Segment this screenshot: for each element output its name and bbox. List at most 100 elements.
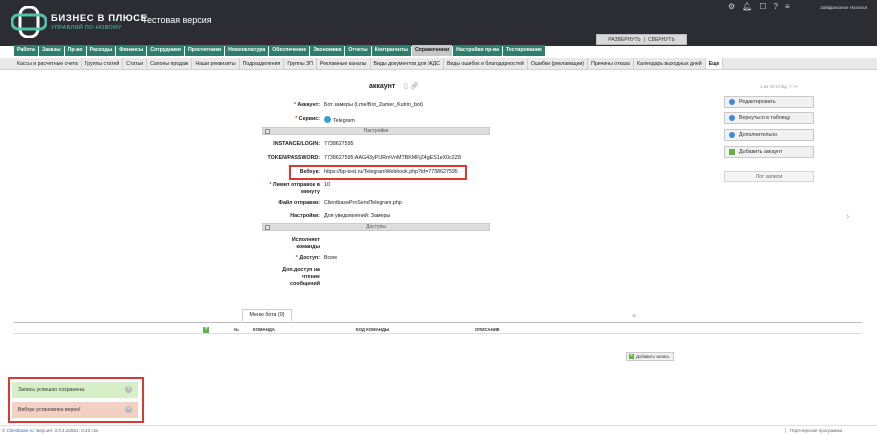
collapse-button[interactable]: СВЕРНУТЬ: [648, 37, 675, 43]
back-to-table-button[interactable]: Вернуться в таблицу: [724, 112, 814, 124]
record-log-button[interactable]: Лог записи: [724, 171, 814, 182]
tab-orders[interactable]: Заказы: [38, 45, 64, 56]
field-token: TOKEN/PASSWORD: 7738627595:AAG43yPIJRmVn…: [220, 155, 490, 164]
field-access: * Доступ: Всем: [220, 255, 490, 264]
subtab-sales-salons[interactable]: Сапоны продаж: [147, 58, 193, 69]
field-send-limit: * Лимит отправок в минуту 10: [220, 182, 490, 198]
add-account-button[interactable]: Добавить аккаунт: [724, 146, 814, 158]
menu-icon[interactable]: ≡: [632, 313, 636, 320]
field-value[interactable]: Всем: [324, 255, 337, 261]
subtab-more[interactable]: Еще: [705, 58, 724, 69]
webhook-highlight-frame: [289, 165, 467, 180]
field-label: * Доступ:: [295, 255, 320, 261]
column-command[interactable]: КОМАНДА: [253, 327, 275, 332]
close-icon[interactable]: ×: [125, 386, 132, 393]
tab-reports[interactable]: Отчеты: [345, 45, 371, 56]
subtab-ad-channels[interactable]: Рекламные каналы: [317, 58, 371, 69]
edit-button[interactable]: Редактировать: [724, 96, 814, 108]
add-row-icon[interactable]: +: [203, 326, 209, 333]
subtab-error-types[interactable]: Виды ошибок и благодарностей: [444, 58, 528, 69]
section-title: Настройки: [363, 128, 389, 134]
field-send-file: Файл отправки: ClientbaseProSendTelegram…: [220, 200, 490, 209]
field-value[interactable]: Для уведомлений: Замеры: [324, 213, 390, 219]
partner-link[interactable]: Партнерская программа: [785, 428, 842, 433]
expand-button[interactable]: РАЗВЕРНУТЬ: [608, 37, 640, 43]
tab-economics[interactable]: Экономика: [310, 45, 345, 56]
subtab-refusal-reasons[interactable]: Причины отказа: [588, 58, 634, 69]
tab-finance[interactable]: Финансы: [116, 45, 147, 56]
subtab-document-types[interactable]: Виды документов для ЖДС: [371, 58, 444, 69]
field-extra-access: Доп.доступ на чтение сообщений: [220, 267, 490, 291]
field-value[interactable]: 10: [324, 182, 330, 188]
help-icon[interactable]: ?: [774, 3, 778, 11]
subtab-our-details[interactable]: Наши реквизиты: [192, 58, 240, 69]
tab-counterparties[interactable]: Контрагенты: [371, 45, 411, 56]
site-link[interactable]: Clientbase.ru: [7, 428, 34, 433]
add-command-button[interactable]: + Добавить запись: [626, 352, 674, 361]
copy-icon[interactable]: ▯: [404, 83, 408, 90]
tab-production-settings[interactable]: Настройки пр-ва: [453, 45, 503, 56]
tab-estimates[interactable]: Просчетники: [184, 45, 225, 56]
field-label: * Лимит отправок в минуту: [269, 182, 320, 195]
link-icon[interactable]: 🔗︎: [410, 83, 419, 90]
next-record-icon[interactable]: ›: [846, 211, 849, 222]
tab-references[interactable]: Справочники: [411, 45, 453, 56]
field-value[interactable]: 7738627595:AAG43yPIJRmVnMTBKMFjZ4gES1eX0…: [324, 155, 461, 161]
tab-testing[interactable]: Тестирование: [503, 45, 545, 56]
column-number[interactable]: №: [234, 327, 239, 332]
tab-employees[interactable]: Сотрудники: [147, 45, 184, 56]
collapse-icon[interactable]: −: [265, 129, 270, 134]
bell-icon[interactable]: 🔔︎: [742, 3, 752, 11]
field-settings: Настройки: Для уведомлений: Замеры: [220, 213, 490, 222]
subtab-holiday-calendar[interactable]: Календарь выходных дней: [634, 58, 706, 69]
subtab-article-groups[interactable]: Группы статей: [82, 58, 124, 69]
gear-icon[interactable]: ⚙: [728, 3, 735, 11]
field-value[interactable]: Telegram: [324, 116, 355, 124]
version-label: Тестовая версия: [142, 15, 212, 25]
subtab-articles[interactable]: Статьи: [123, 58, 148, 69]
subtab-cash-accounts[interactable]: Кассы и расчетные счета: [14, 58, 82, 69]
header-icon-bar: ⚙ 🔔︎ ☐ ? ≡: [728, 3, 790, 11]
tab-work[interactable]: Работа: [14, 45, 38, 56]
field-label: Доп.доступ на чтение сообщений: [282, 267, 320, 287]
tab-expenses[interactable]: Расходы: [86, 45, 116, 56]
field-label: Файл отправки:: [278, 200, 320, 206]
close-icon[interactable]: ×: [125, 406, 132, 413]
bot-menu-table-header: + № КОМАНДА КОД КОМАНДЫ ОПИСАНИЕ: [14, 325, 862, 334]
field-label: * Аккаунт:: [293, 102, 320, 108]
success-notification: Запись успешно сохранена. ×: [12, 382, 138, 398]
tab-bot-menu[interactable]: Меню бота (0): [242, 309, 292, 321]
subtab-departments[interactable]: Подразделения: [240, 58, 285, 69]
list-icon[interactable]: ≡: [785, 3, 790, 11]
footer-left: © Clientbase.ru Версия: 3.0.4.22561: 0.4…: [2, 428, 99, 433]
telegram-icon: [324, 116, 331, 123]
bookmark-icon[interactable]: ☐: [759, 3, 766, 11]
section-settings[interactable]: − Настройки: [262, 127, 490, 135]
field-value[interactable]: 7738627595: [324, 141, 353, 147]
version-info: Версия: 3.0.4.22561: 0.42 сек: [36, 428, 99, 433]
user-name[interactable]: Зайфриозное Наталья: [820, 5, 867, 10]
edit-icon: [729, 99, 735, 105]
record-pager[interactable]: 1 из 10 След. > >>: [760, 84, 798, 89]
field-instance: INSTANCE/LOGIN: 7738627595: [220, 141, 490, 150]
field-label: * Сервис:: [295, 116, 320, 122]
tab-supply[interactable]: Обеспечение: [269, 45, 310, 56]
brand-logo-icon[interactable]: [11, 6, 47, 38]
column-command-code[interactable]: КОД КОМАНДЫ: [356, 327, 389, 332]
field-value[interactable]: Бот замеры (t.me/Bot_Zamer_Kutrin_bot): [324, 102, 423, 108]
record-title-icons: ▯ 🔗︎: [404, 82, 419, 90]
collapse-icon[interactable]: −: [265, 225, 270, 230]
field-account: * Аккаунт: Бот замеры (t.me/Bot_Zamer_Ku…: [220, 102, 490, 111]
plus-icon: [729, 149, 735, 155]
subtab-salary-groups[interactable]: Группы ЗП: [284, 58, 317, 69]
field-value[interactable]: ClientbaseProSendTelegram.php: [324, 200, 402, 206]
column-description[interactable]: ОПИСАНИЕ: [475, 327, 500, 332]
more-button[interactable]: Дополнительно: [724, 129, 814, 141]
main-nav: Работа Заказы Пр-во Расходы Финансы Сотр…: [14, 45, 545, 56]
tab-production[interactable]: Пр-во: [64, 45, 86, 56]
tab-nomenclature[interactable]: Номенклатура: [225, 45, 269, 56]
section-access[interactable]: − Доступы: [262, 223, 490, 231]
chevron-down-icon: [729, 132, 735, 138]
plus-icon: +: [629, 353, 634, 359]
subtab-errors[interactable]: Ошибки (рекламации): [528, 58, 589, 69]
